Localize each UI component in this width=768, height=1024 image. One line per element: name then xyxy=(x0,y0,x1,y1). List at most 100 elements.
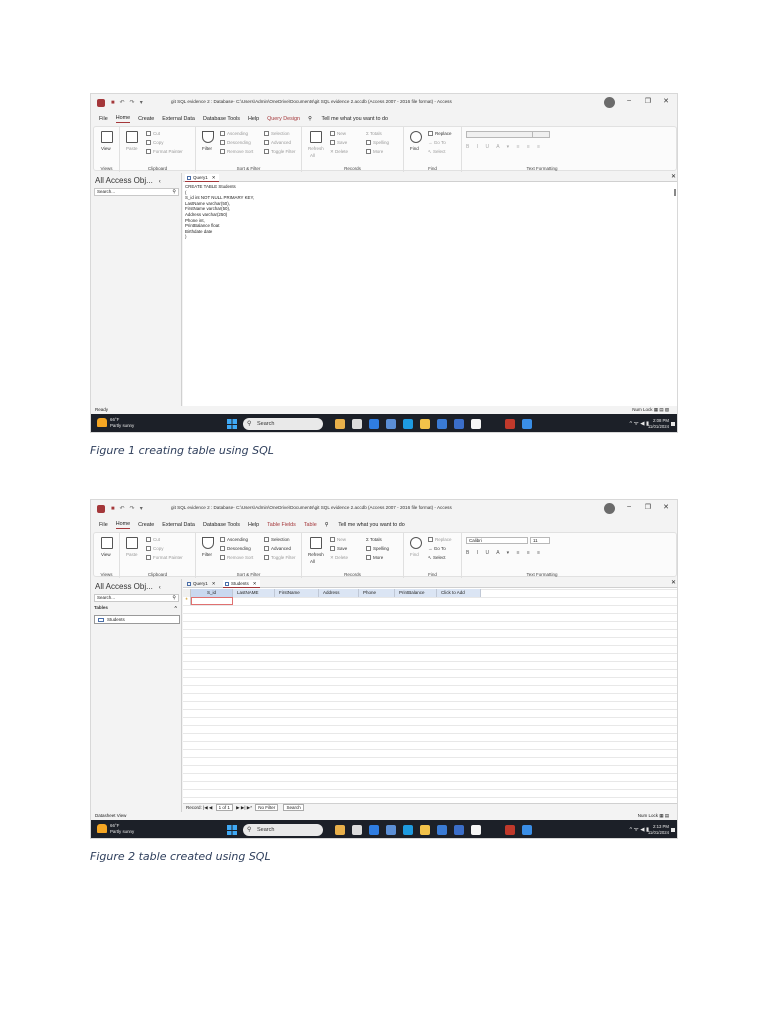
tell-me-search[interactable]: ⚲ Tell me what you want to do xyxy=(325,522,413,528)
tell-me-search[interactable]: ⚲ Tell me what you want to do xyxy=(308,116,396,122)
paste-icon[interactable] xyxy=(126,131,138,143)
menu-file[interactable]: File xyxy=(99,116,108,122)
find-button[interactable]: Find xyxy=(410,552,419,557)
view-switch-icon[interactable]: ▦ ▤ xyxy=(658,813,669,818)
select-button[interactable]: ↖ Select xyxy=(428,555,446,561)
replace-button[interactable]: Replace xyxy=(428,131,452,137)
column-header[interactable]: FirstName xyxy=(275,589,319,597)
access-taskbar-icon[interactable] xyxy=(505,825,515,835)
restore-icon[interactable]: ❐ xyxy=(645,503,651,511)
close-icon[interactable]: ✕ xyxy=(663,503,669,511)
remove-sort-button[interactable]: Remove Sort xyxy=(220,555,253,561)
close-tab-icon[interactable]: ✕ xyxy=(212,581,216,586)
more-button[interactable]: More xyxy=(366,149,383,155)
nav-collapse-icon[interactable]: ‹ xyxy=(159,585,161,591)
column-header[interactable]: Click to Add xyxy=(437,589,481,597)
filter-icon[interactable] xyxy=(202,131,214,143)
format-buttons[interactable]: B I U A ▾ ≡ ≡ ≡ xyxy=(466,550,543,556)
view-button[interactable]: View xyxy=(101,146,111,151)
tab-query1[interactable]: Query1 ✕ xyxy=(185,174,219,182)
app-icon[interactable] xyxy=(386,419,396,429)
save-icon[interactable]: ■ xyxy=(111,506,115,512)
menu-home[interactable]: Home xyxy=(115,115,131,123)
nav-pane-title[interactable]: All Access Obj... ‹ xyxy=(95,582,161,591)
file-explorer-icon[interactable] xyxy=(420,419,430,429)
column-header[interactable]: PrintBalance xyxy=(395,589,437,597)
notification-icon[interactable] xyxy=(671,422,675,426)
table-row[interactable]: * xyxy=(183,597,233,605)
new-record-button[interactable]: New xyxy=(330,537,346,543)
weather-widget[interactable]: 66°F Partly sunny xyxy=(97,823,134,834)
record-search-input[interactable]: Search xyxy=(283,804,304,811)
close-document-icon[interactable]: ✕ xyxy=(671,579,676,586)
select-all-corner[interactable] xyxy=(183,589,191,597)
column-header[interactable]: Address xyxy=(319,589,359,597)
advanced-button[interactable]: Advanced xyxy=(264,546,291,552)
minimize-icon[interactable]: – xyxy=(627,503,631,510)
find-icon[interactable] xyxy=(410,537,422,549)
access-taskbar-icon[interactable] xyxy=(505,419,515,429)
descending-button[interactable]: Descending xyxy=(220,546,251,552)
store-icon[interactable] xyxy=(437,419,447,429)
paste-icon[interactable] xyxy=(126,537,138,549)
nav-search-input[interactable]: Search... ⚲ xyxy=(94,188,179,196)
selection-button[interactable]: Selection xyxy=(264,537,290,543)
spelling-button[interactable]: Spelling xyxy=(366,140,389,146)
format-buttons[interactable]: B I U A ▾ ≡ ≡ ≡ xyxy=(466,144,543,150)
goto-button[interactable]: → Go To xyxy=(428,140,446,145)
font-combo[interactable]: Calibri xyxy=(466,537,528,544)
column-header[interactable]: S_id xyxy=(191,589,233,597)
menu-table-fields[interactable]: Table Fields xyxy=(267,522,296,528)
menu-external-data[interactable]: External Data xyxy=(162,116,195,122)
remove-sort-button[interactable]: Remove Sort xyxy=(220,149,253,155)
save-record-button[interactable]: Save xyxy=(330,546,347,552)
copy-button[interactable]: Copy xyxy=(146,546,164,552)
toggle-filter-button[interactable]: Toggle Filter xyxy=(264,149,296,155)
column-header[interactable]: LastNAME xyxy=(233,589,275,597)
refresh-all-button[interactable]: All xyxy=(310,153,315,158)
menu-query-design[interactable]: Query Design xyxy=(267,116,300,122)
clock[interactable]: 2:08 PM 11/01/2024 xyxy=(648,418,669,429)
scroll-thumb[interactable] xyxy=(674,189,676,196)
column-header[interactable]: Phone xyxy=(359,589,395,597)
restore-icon[interactable]: ❐ xyxy=(645,97,651,105)
goto-button[interactable]: → Go To xyxy=(428,546,446,551)
select-button[interactable]: ↖ Select xyxy=(428,149,446,155)
redo-icon[interactable]: ↷ xyxy=(130,100,135,106)
undo-icon[interactable]: ↶ xyxy=(120,506,125,512)
menu-table[interactable]: Table xyxy=(304,522,317,528)
chevron-up-icon[interactable]: ^ xyxy=(174,605,177,610)
replace-button[interactable]: Replace xyxy=(428,537,452,543)
browser-icon[interactable] xyxy=(403,419,413,429)
totals-button[interactable]: Σ Totals xyxy=(366,131,382,136)
paste-button[interactable]: Paste xyxy=(126,146,138,151)
menu-file[interactable]: File xyxy=(99,522,108,528)
close-tab-icon[interactable]: ✕ xyxy=(212,175,216,180)
menu-database-tools[interactable]: Database Tools xyxy=(203,116,240,122)
new-record-button[interactable]: New xyxy=(330,131,346,137)
ascending-button[interactable]: Ascending xyxy=(220,537,248,543)
sql-editor[interactable]: CREATE TABLE Students(S_id int NOT NULL … xyxy=(185,184,254,240)
redo-icon[interactable]: ↷ xyxy=(130,506,135,512)
taskbar-search[interactable]: ⚲ Search xyxy=(243,418,323,430)
mail-icon[interactable] xyxy=(454,419,464,429)
save-icon[interactable]: ■ xyxy=(111,100,115,106)
avatar[interactable] xyxy=(604,503,615,514)
customize-icon[interactable]: ▾ xyxy=(140,506,143,512)
cut-button[interactable]: Cut xyxy=(146,131,160,137)
view-icon[interactable] xyxy=(101,131,113,143)
delete-record-button[interactable]: ✕ Delete xyxy=(330,555,348,561)
vertical-scrollbar[interactable] xyxy=(674,183,677,405)
totals-button[interactable]: Σ Totals xyxy=(366,537,382,542)
tab-query1[interactable]: Query1 ✕ xyxy=(185,580,219,588)
app-icon[interactable] xyxy=(386,825,396,835)
windows-start-icon[interactable] xyxy=(227,825,237,835)
minimize-icon[interactable]: – xyxy=(627,97,631,104)
browser-icon[interactable] xyxy=(403,825,413,835)
widgets-icon[interactable] xyxy=(335,825,345,835)
format-painter-button[interactable]: Format Painter xyxy=(146,555,183,561)
nav-pane-title[interactable]: All Access Obj... ‹ xyxy=(95,176,161,185)
widgets-icon[interactable] xyxy=(335,419,345,429)
advanced-button[interactable]: Advanced xyxy=(264,140,291,146)
nav-collapse-icon[interactable]: ‹ xyxy=(159,179,161,185)
